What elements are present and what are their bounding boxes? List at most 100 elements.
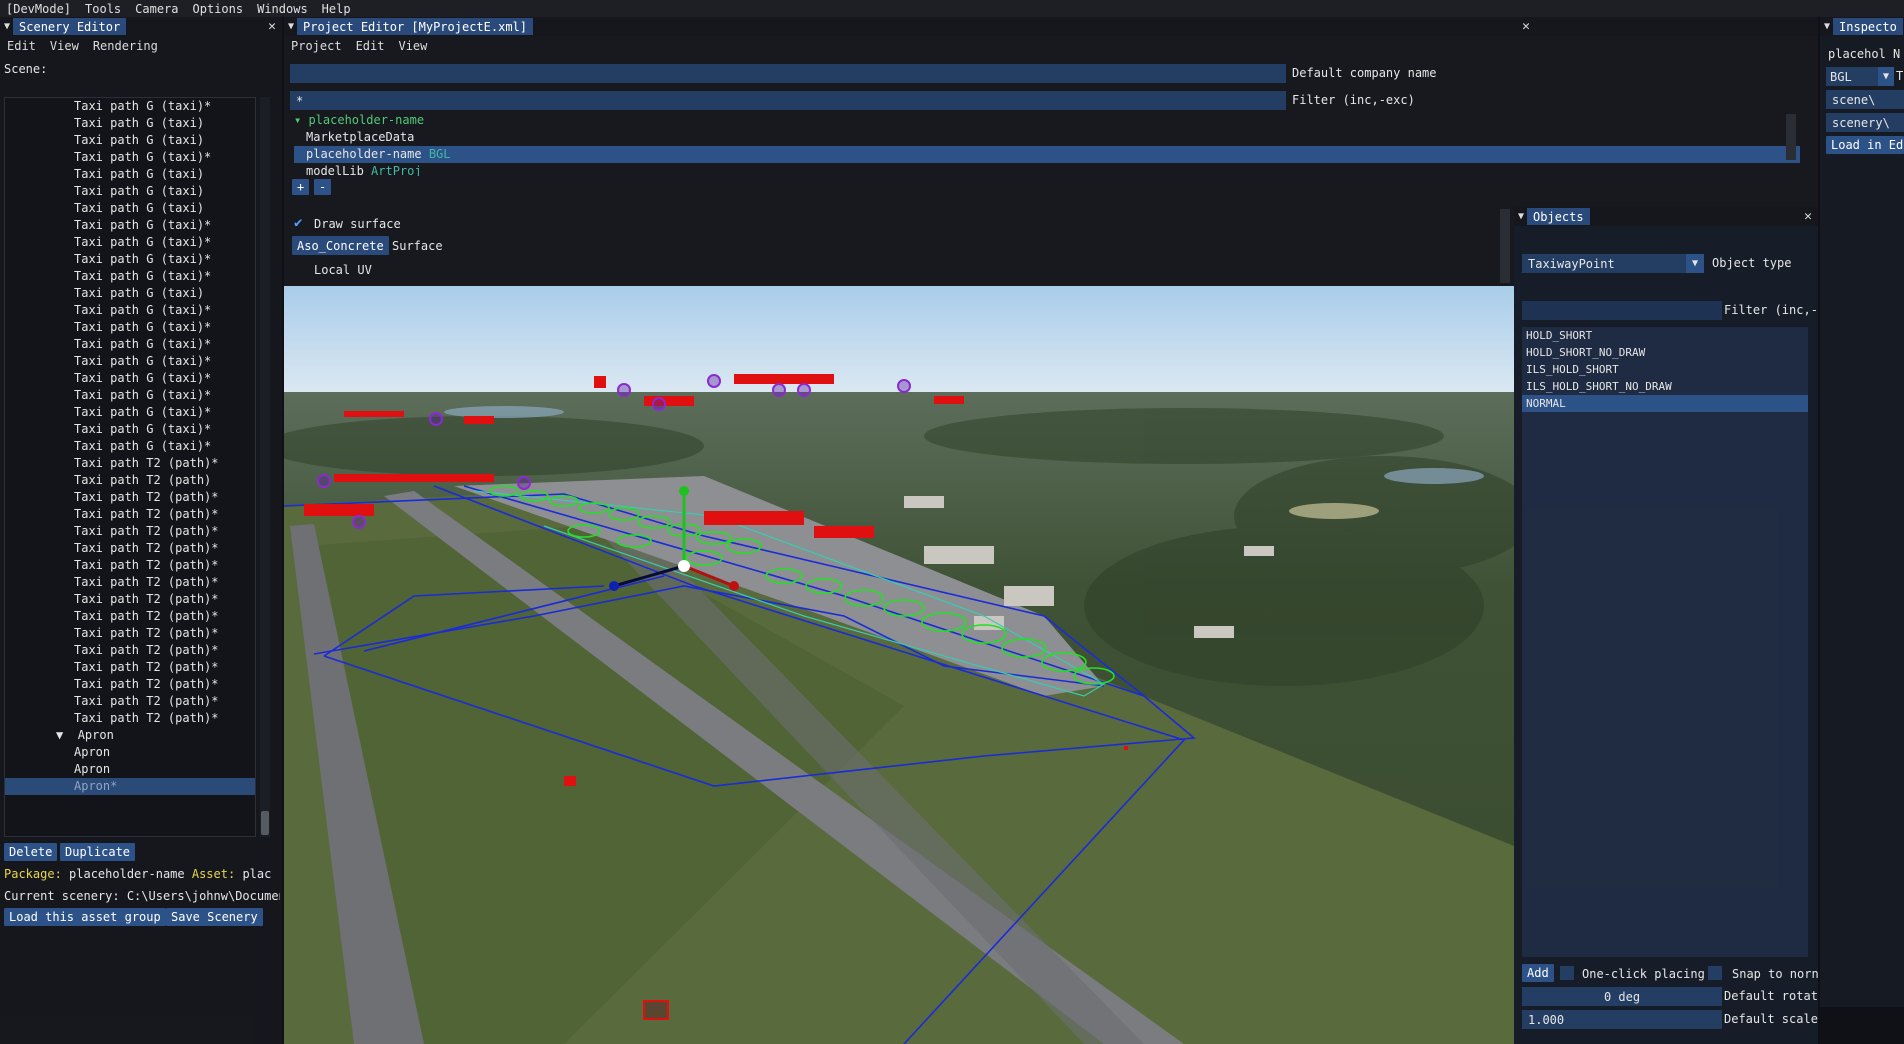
- scene-item[interactable]: Taxi path T2 (path)*: [5, 574, 255, 591]
- collapse-arrow-icon[interactable]: ▼: [1514, 211, 1527, 222]
- menu-view[interactable]: View: [398, 39, 427, 53]
- menu-project[interactable]: Project: [291, 39, 342, 53]
- scene-item[interactable]: Apron: [5, 761, 255, 778]
- inspector-scene-field[interactable]: scene\: [1826, 90, 1904, 109]
- scene-item[interactable]: Taxi path T2 (path)*: [5, 693, 255, 710]
- scene-item[interactable]: Taxi path G (taxi)*: [5, 404, 255, 421]
- menu-camera[interactable]: Camera: [135, 2, 178, 16]
- scene-item[interactable]: Taxi path G (taxi): [5, 285, 255, 302]
- add-object-button[interactable]: Add: [1522, 964, 1554, 982]
- draw-surface-checkbox[interactable]: ✔: [294, 216, 308, 230]
- menu-edit[interactable]: Edit: [7, 39, 36, 53]
- add-package-button[interactable]: +: [292, 179, 310, 195]
- project-filter-input[interactable]: *: [290, 91, 1286, 110]
- scene-item[interactable]: Taxi path T2 (path)*: [5, 489, 255, 506]
- scene-item[interactable]: Taxi path G (taxi)*: [5, 336, 255, 353]
- scene-item[interactable]: Taxi path T2 (path)*: [5, 676, 255, 693]
- menu-devmode[interactable]: [DevMode]: [6, 2, 71, 16]
- scene-item[interactable]: Taxi path T2 (path)*: [5, 455, 255, 472]
- scene-item[interactable]: Taxi path G (taxi)*: [5, 234, 255, 251]
- close-icon[interactable]: ✕: [1522, 19, 1530, 34]
- delete-button[interactable]: Delete: [4, 843, 58, 861]
- object-item[interactable]: ILS_HOLD_SHORT: [1522, 361, 1808, 378]
- scene-item[interactable]: Taxi path T2 (path)*: [5, 591, 255, 608]
- scenery-editor-tab[interactable]: Scenery Editor: [13, 18, 127, 35]
- object-item[interactable]: HOLD_SHORT: [1522, 327, 1808, 344]
- scene-item[interactable]: Apron: [5, 744, 255, 761]
- menu-rendering[interactable]: Rendering: [93, 39, 158, 53]
- default-scale-input[interactable]: 1.000: [1522, 1010, 1722, 1029]
- scene-item[interactable]: Taxi path G (taxi)*: [5, 251, 255, 268]
- scene-item[interactable]: Taxi path G (taxi)*: [5, 387, 255, 404]
- scene-item[interactable]: Taxi path G (taxi): [5, 115, 255, 132]
- close-icon[interactable]: ✕: [1804, 209, 1812, 224]
- duplicate-button[interactable]: Duplicate: [60, 843, 136, 861]
- collapse-arrow-icon[interactable]: ▼: [0, 21, 13, 32]
- inspector-name-field[interactable]: placehol N: [1826, 44, 1904, 63]
- load-asset-group-button[interactable]: Load this asset group: [4, 908, 166, 926]
- expand-arrow-icon[interactable]: ▼: [56, 728, 78, 742]
- scene-item[interactable]: Taxi path G (taxi)*: [5, 370, 255, 387]
- scene-item[interactable]: Taxi path T2 (path)*: [5, 710, 255, 727]
- scene-item[interactable]: Taxi path T2 (path)*: [5, 506, 255, 523]
- object-item[interactable]: ILS_HOLD_SHORT_NO_DRAW: [1522, 378, 1808, 395]
- objects-tab[interactable]: Objects: [1527, 208, 1590, 225]
- scene-item-selected[interactable]: Apron*: [5, 778, 255, 795]
- scene-scrollbar[interactable]: [260, 97, 270, 837]
- surface-scrollbar[interactable]: [1500, 209, 1510, 283]
- scene-item[interactable]: Taxi path G (taxi)*: [5, 353, 255, 370]
- scene-item[interactable]: Taxi path G (taxi): [5, 132, 255, 149]
- local-uv-checkbox[interactable]: [294, 262, 308, 276]
- scene-item[interactable]: Taxi path G (taxi)*: [5, 302, 255, 319]
- company-name-input[interactable]: [290, 64, 1286, 83]
- scene-item[interactable]: Taxi path T2 (path)*: [5, 625, 255, 642]
- object-item[interactable]: HOLD_SHORT_NO_DRAW: [1522, 344, 1808, 361]
- objects-filter-input[interactable]: [1522, 301, 1722, 320]
- scene-item[interactable]: Taxi path T2 (path)*: [5, 523, 255, 540]
- snap-to-normal-checkbox[interactable]: [1708, 966, 1722, 980]
- scene-item[interactable]: Taxi path G (taxi)*: [5, 438, 255, 455]
- scene-item[interactable]: Taxi path T2 (path)*: [5, 642, 255, 659]
- scene-item[interactable]: Taxi path G (taxi)*: [5, 98, 255, 115]
- material-dropdown[interactable]: Aso_Concrete: [292, 236, 389, 255]
- expand-arrow-icon[interactable]: ▾: [294, 113, 308, 127]
- scene-item[interactable]: Taxi path T2 (path): [5, 472, 255, 489]
- project-editor-tab[interactable]: Project Editor [MyProjectE.xml]: [297, 18, 533, 35]
- tree-item[interactable]: MarketplaceData: [294, 129, 1800, 146]
- scene-item[interactable]: Taxi path G (taxi): [5, 166, 255, 183]
- tree-item[interactable]: modelLib ArtProj: [294, 163, 1800, 176]
- chevron-down-icon[interactable]: ▼: [1878, 67, 1894, 86]
- scene-item[interactable]: Taxi path G (taxi)*: [5, 319, 255, 336]
- scene-item[interactable]: Taxi path G (taxi)*: [5, 217, 255, 234]
- menu-options[interactable]: Options: [193, 2, 244, 16]
- scene-item[interactable]: Taxi path G (taxi)*: [5, 421, 255, 438]
- scrollbar-thumb[interactable]: [261, 811, 269, 835]
- tree-root[interactable]: ▾ placeholder-name: [294, 112, 1800, 129]
- scene-item[interactable]: Taxi path T2 (path)*: [5, 540, 255, 557]
- tree-item-selected[interactable]: placeholder-name BGL: [294, 146, 1800, 163]
- scene-group-apron[interactable]: ▼ Apron: [5, 727, 255, 744]
- inspector-tab[interactable]: Inspecto: [1833, 18, 1903, 35]
- default-rotation-slider[interactable]: 0 deg: [1522, 987, 1722, 1006]
- scene-item[interactable]: Taxi path G (taxi): [5, 183, 255, 200]
- scene-item[interactable]: Taxi path G (taxi)*: [5, 149, 255, 166]
- save-scenery-button[interactable]: Save Scenery: [166, 908, 263, 926]
- menu-help[interactable]: Help: [322, 2, 351, 16]
- chevron-down-icon[interactable]: ▼: [1686, 254, 1704, 273]
- scene-item[interactable]: Taxi path G (taxi): [5, 200, 255, 217]
- scene-item[interactable]: Taxi path T2 (path)*: [5, 608, 255, 625]
- scenery-editor-titlebar[interactable]: ▼ Scenery Editor ✕: [0, 17, 282, 36]
- project-tree[interactable]: ▾ placeholder-name MarketplaceData place…: [294, 112, 1800, 176]
- menu-tools[interactable]: Tools: [85, 2, 121, 16]
- 3d-viewport[interactable]: [284, 286, 1514, 1044]
- objects-titlebar[interactable]: ▼ Objects ✕: [1514, 207, 1818, 226]
- object-type-dropdown[interactable]: TaxiwayPoint ▼: [1522, 254, 1704, 273]
- project-editor-titlebar[interactable]: ▼ Project Editor [MyProjectE.xml] ✕: [284, 17, 1818, 36]
- close-icon[interactable]: ✕: [268, 19, 276, 34]
- load-in-editor-button[interactable]: Load in Ed: [1826, 136, 1904, 154]
- scene-tree[interactable]: Taxi path G (taxi)* Taxi path G (taxi) Tax…: [4, 97, 256, 837]
- inspector-type-dropdown[interactable]: BGL: [1826, 67, 1878, 86]
- inspector-scenery-field[interactable]: scenery\: [1826, 113, 1904, 132]
- object-list[interactable]: HOLD_SHORT HOLD_SHORT_NO_DRAW ILS_HOLD_S…: [1522, 327, 1808, 957]
- remove-package-button[interactable]: -: [314, 179, 332, 195]
